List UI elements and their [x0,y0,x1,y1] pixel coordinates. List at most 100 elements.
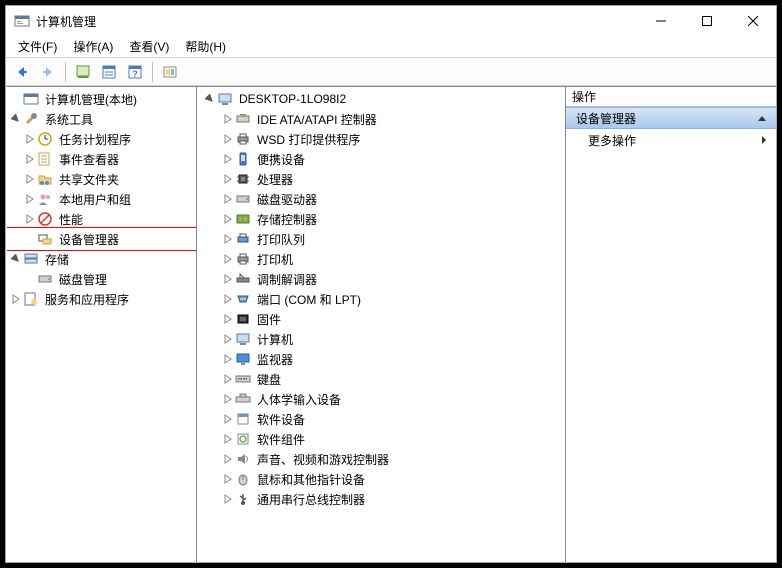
expand-toggle[interactable] [221,314,235,324]
minimize-button[interactable] [638,6,684,36]
window-title: 计算机管理 [36,13,638,30]
refresh-button[interactable] [158,60,182,84]
result-pane[interactable]: DESKTOP-1LO98I2 IDE ATA/ATAPI 控制器 WSD 打印… [197,87,566,562]
clock-icon [37,131,53,147]
device-category-wsd[interactable]: WSD 打印提供程序 [197,129,565,149]
expand-toggle[interactable] [221,474,235,484]
expand-toggle[interactable] [221,414,235,424]
action-more[interactable]: 更多操作 [566,129,776,151]
tree-label: 软件组件 [254,430,308,449]
ports-icon [235,291,251,307]
tree-node-device-manager[interactable]: 设备管理器 [7,229,196,249]
device-category-ports[interactable]: 端口 (COM 和 LPT) [197,289,565,309]
tree-label: 任务计划程序 [56,130,134,149]
expand-toggle[interactable] [221,274,235,284]
tree-label: IDE ATA/ATAPI 控制器 [254,110,380,129]
expand-toggle[interactable] [221,354,235,364]
tree-label: 软件设备 [254,410,308,429]
device-category-firmware[interactable]: 固件 [197,309,565,329]
hid-icon [235,391,251,407]
software-component-icon [235,431,251,447]
device-category-keyboards[interactable]: 键盘 [197,369,565,389]
expand-toggle[interactable] [23,194,37,204]
menu-action[interactable]: 操作(A) [65,36,121,57]
expand-toggle[interactable] [221,434,235,444]
tree-node-shared-folders[interactable]: 共享文件夹 [7,169,196,189]
device-category-disk-drives[interactable]: 磁盘驱动器 [197,189,565,209]
tree-node-services[interactable]: 服务和应用程序 [7,289,196,309]
tree-node-storage[interactable]: 存储 [7,249,196,269]
properties-button[interactable] [97,60,121,84]
expand-toggle[interactable] [221,334,235,344]
performance-icon [37,211,53,227]
expand-toggle[interactable] [23,154,37,164]
expand-toggle[interactable] [221,254,235,264]
expand-toggle[interactable] [221,134,235,144]
expand-toggle[interactable] [221,294,235,304]
expand-toggle[interactable] [221,214,235,224]
tree-label: 设备管理器 [56,230,122,249]
device-category-software-devices[interactable]: 软件设备 [197,409,565,429]
tree-node-local-users[interactable]: 本地用户和组 [7,189,196,209]
content-area: 计算机管理(本地) 系统工具 任务计划程序 [6,86,776,562]
device-root[interactable]: DESKTOP-1LO98I2 [197,89,565,109]
device-category-computer[interactable]: 计算机 [197,329,565,349]
device-category-modems[interactable]: 调制解调器 [197,269,565,289]
device-category-usb[interactable]: 通用串行总线控制器 [197,489,565,509]
actions-context[interactable]: 设备管理器 [566,107,776,129]
tree-label: 计算机管理(本地) [42,90,140,109]
tree-node-root[interactable]: 计算机管理(本地) [7,89,196,109]
device-category-mouse[interactable]: 鼠标和其他指针设备 [197,469,565,489]
expand-toggle[interactable] [221,114,235,124]
device-category-print-queues[interactable]: 打印队列 [197,229,565,249]
expand-toggle[interactable] [221,394,235,404]
expand-toggle[interactable] [221,234,235,244]
maximize-button[interactable] [684,6,730,36]
tree-node-event-viewer[interactable]: 事件查看器 [7,149,196,169]
device-category-ide[interactable]: IDE ATA/ATAPI 控制器 [197,109,565,129]
forward-button[interactable] [36,60,60,84]
users-icon [37,191,53,207]
tree-label: 打印队列 [254,230,308,249]
menu-view[interactable]: 查看(V) [121,36,177,57]
tree-label: 事件查看器 [56,150,122,169]
expand-toggle[interactable] [23,174,37,184]
scope-pane[interactable]: 计算机管理(本地) 系统工具 任务计划程序 [7,87,197,562]
keyboard-icon [235,371,251,387]
device-tree: DESKTOP-1LO98I2 IDE ATA/ATAPI 控制器 WSD 打印… [197,87,565,511]
expand-toggle[interactable] [221,454,235,464]
expand-toggle[interactable] [203,94,217,104]
menu-help[interactable]: 帮助(H) [177,36,234,57]
device-category-sound[interactable]: 声音、视频和游戏控制器 [197,449,565,469]
expand-toggle[interactable] [221,194,235,204]
tree-label: 键盘 [254,370,284,389]
expand-toggle[interactable] [9,114,23,124]
expand-toggle[interactable] [23,134,37,144]
show-hide-tree-button[interactable] [71,60,95,84]
scope-tree: 计算机管理(本地) 系统工具 任务计划程序 [7,87,196,311]
tree-node-task-scheduler[interactable]: 任务计划程序 [7,129,196,149]
tree-label: 监视器 [254,350,296,369]
expand-toggle[interactable] [221,374,235,384]
device-category-portable[interactable]: 便携设备 [197,149,565,169]
menu-file[interactable]: 文件(F) [10,36,65,57]
tree-node-performance[interactable]: 性能 [7,209,196,229]
device-category-monitors[interactable]: 监视器 [197,349,565,369]
device-category-software-components[interactable]: 软件组件 [197,429,565,449]
device-category-printers[interactable]: 打印机 [197,249,565,269]
shared-folder-icon [37,171,53,187]
device-category-cpu[interactable]: 处理器 [197,169,565,189]
back-button[interactable] [10,60,34,84]
close-button[interactable] [730,6,776,36]
tree-node-disk-management[interactable]: 磁盘管理 [7,269,196,289]
expand-toggle[interactable] [23,214,37,224]
help-button[interactable]: ? [123,60,147,84]
expand-toggle[interactable] [221,174,235,184]
expand-toggle[interactable] [9,294,23,304]
expand-toggle[interactable] [221,494,235,504]
device-category-hid[interactable]: 人体学输入设备 [197,389,565,409]
expand-toggle[interactable] [9,254,23,264]
expand-toggle[interactable] [221,154,235,164]
device-category-storage-controllers[interactable]: 存储控制器 [197,209,565,229]
tree-node-system-tools[interactable]: 系统工具 [7,109,196,129]
